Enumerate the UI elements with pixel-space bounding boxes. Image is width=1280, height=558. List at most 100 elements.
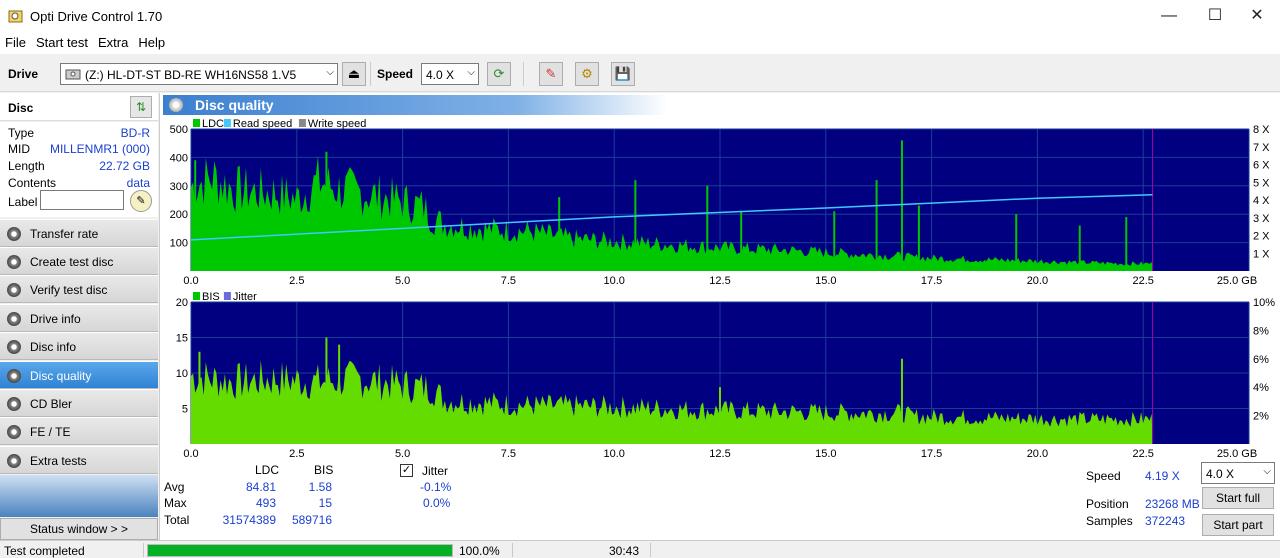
y-tick-label: 400: [170, 152, 188, 164]
disc-title: Disc: [8, 101, 34, 115]
stats-avg-jitter: -0.1%: [420, 480, 452, 494]
stats-total-label: Total: [164, 513, 190, 527]
x-tick-label: 5.0: [395, 275, 410, 287]
jitter-checkbox[interactable]: ✓: [400, 464, 413, 477]
menu-help[interactable]: Help: [133, 32, 170, 50]
legend-label: Write speed: [308, 118, 367, 130]
y2-tick-label: 2%: [1253, 411, 1269, 423]
disc-length-row: Length 22.72 GB: [8, 159, 154, 175]
disc-label-label: Label: [8, 195, 38, 209]
legend-swatch: [193, 292, 200, 300]
toolbar-separator: [370, 62, 371, 86]
position-value: 23268 MB: [1145, 497, 1200, 511]
legend-swatch: [223, 292, 231, 300]
nav-transfer-rate[interactable]: Transfer rate: [0, 219, 158, 247]
y2-tick-label: 5 X: [1253, 177, 1270, 189]
menu-bar: File Start test Extra Help: [0, 32, 1280, 54]
disc-contents-label: Contents: [8, 176, 57, 190]
nav-cd-bler[interactable]: CD Bler: [0, 389, 158, 417]
panel-title-bar: Disc quality: [163, 95, 668, 115]
disc-icon: [7, 340, 21, 354]
status-separator: [512, 543, 513, 557]
disc-icon: [169, 98, 183, 112]
nav-disc-info[interactable]: Disc info: [0, 332, 158, 360]
close-button[interactable]: ✕: [1234, 0, 1280, 32]
stats-max-bis: 15: [318, 496, 332, 510]
legend-swatch: [223, 119, 231, 127]
start-full-button[interactable]: Start full: [1202, 487, 1274, 509]
start-part-button[interactable]: Start part: [1202, 514, 1274, 536]
y2-tick-label: 3 X: [1253, 213, 1270, 225]
sidebar-decoration: [0, 475, 158, 517]
position-label: Position: [1086, 497, 1129, 511]
x-tick-label: 12.5: [709, 448, 730, 460]
stats-avg-ldc: 84.81: [245, 480, 276, 494]
disc-icon: [7, 312, 21, 326]
nav-label: FE / TE: [30, 425, 71, 439]
x-tick-label: 22.5: [1132, 448, 1153, 460]
eject-button[interactable]: ⏏: [342, 62, 366, 86]
disc-icon: [7, 397, 21, 411]
nav-disc-quality[interactable]: Disc quality: [0, 361, 158, 389]
disc-length-label: Length: [8, 159, 45, 173]
nav-verify-test-disc[interactable]: Verify test disc: [0, 275, 158, 303]
nav-label: Transfer rate: [30, 227, 99, 241]
speed-value: 4.19 X: [1145, 469, 1180, 483]
erase-button[interactable]: ✎: [539, 62, 563, 86]
disc-length-value: 22.72 GB: [99, 159, 150, 173]
drive-icon: [65, 69, 81, 80]
menu-extra[interactable]: Extra: [93, 32, 133, 50]
x-tick-label: 10.0: [603, 448, 624, 460]
nav-drive-info[interactable]: Drive info: [0, 304, 158, 332]
y-tick-label: 10: [176, 368, 188, 380]
x-tick-label: 0.0: [183, 275, 198, 287]
legend-label: Read speed: [233, 118, 292, 130]
speed-label: Speed: [1086, 469, 1121, 483]
panel-title: Disc quality: [195, 97, 274, 113]
disc-label-input[interactable]: [40, 190, 124, 210]
y2-tick-label: 1 X: [1253, 248, 1270, 260]
jitter-stats: ✓ Jitter -0.1% 0.0%: [398, 463, 498, 523]
save-button[interactable]: 💾: [611, 62, 635, 86]
drive-select[interactable]: (Z:) HL-DT-ST BD-RE WH16NS58 1.V5 ⌵: [60, 63, 338, 85]
ldc-chart: 0.0 2.5 5.0 7.5 10.0 12.5 15.0 17.5 20.0 22.5 25.0…: [170, 118, 1271, 287]
y-tick-label: 500: [170, 124, 188, 136]
disc-icon: [7, 369, 21, 383]
toolbar-separator: [523, 62, 524, 86]
x-tick-label: 5.0: [395, 448, 410, 460]
test-speed-select[interactable]: 4.0 X ⌵: [1201, 462, 1275, 484]
nav-fe-te[interactable]: FE / TE: [0, 417, 158, 445]
y2-tick-label: 6%: [1253, 354, 1269, 366]
stats-avg-label: Avg: [164, 480, 185, 494]
app-icon: [8, 10, 23, 23]
nav-create-test-disc[interactable]: Create test disc: [0, 247, 158, 275]
label-edit-icon[interactable]: ✎: [130, 190, 152, 212]
samples-label: Samples: [1086, 514, 1133, 528]
speed-select[interactable]: 4.0 X ⌵: [421, 63, 479, 85]
sidebar: Disc ⇅ Type BD-R MID MILLENMR1 (000) Lengt…: [0, 93, 158, 540]
maximize-button[interactable]: ☐: [1192, 0, 1238, 32]
disc-info: Type BD-R MID MILLENMR1 (000) Length 22.72 …: [0, 122, 158, 217]
x-tick-label: 2.5: [289, 448, 304, 460]
nav-label: CD Bler: [30, 397, 73, 411]
y-tick-label: 15: [176, 333, 188, 345]
menu-file[interactable]: File: [0, 32, 31, 50]
disc-type-label: Type: [8, 126, 35, 140]
disc-icon: [7, 255, 21, 269]
menu-start-test[interactable]: Start test: [31, 32, 93, 50]
main-panel: Disc quality 0.0 2.5 5.0 7.5 10.0 12.5 15.0 17.…: [159, 93, 1280, 540]
disc-refresh-button[interactable]: ⇅: [130, 96, 152, 118]
settings-button[interactable]: ⚙: [575, 62, 599, 86]
nav-extra-tests[interactable]: Extra tests: [0, 446, 158, 474]
x-tick-label: 10.0: [603, 275, 624, 287]
status-window-button[interactable]: Status window > >: [0, 518, 158, 540]
refresh-button[interactable]: ⟳: [487, 62, 511, 86]
stats-max-ldc: 493: [255, 496, 276, 510]
samples-value: 372243: [1145, 514, 1186, 528]
stats-col-bis: BIS: [314, 463, 334, 477]
y2-tick-label: 8 X: [1253, 124, 1270, 136]
nav-label: Verify test disc: [30, 283, 108, 297]
legend-label: LDC: [202, 118, 224, 130]
x-tick-label: 25.0 GB: [1217, 448, 1257, 460]
minimize-button[interactable]: —: [1146, 0, 1192, 32]
